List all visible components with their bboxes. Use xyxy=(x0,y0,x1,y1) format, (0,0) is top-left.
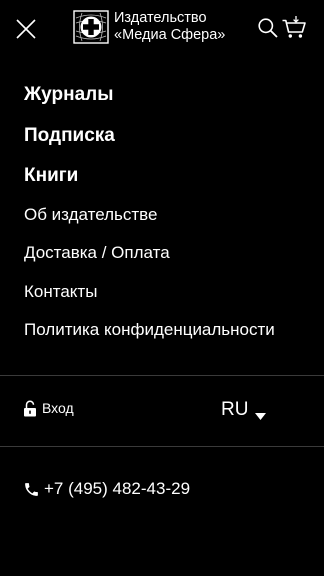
cart-icon[interactable] xyxy=(281,14,307,40)
menu-item-about[interactable]: Об издательстве xyxy=(24,202,314,241)
logo-line-1: Издательство xyxy=(114,10,207,26)
divider xyxy=(0,375,324,376)
menu-item-journals[interactable]: Журналы xyxy=(24,80,314,121)
menu-item-privacy-policy[interactable]: Политика конфиденциальности xyxy=(24,317,314,356)
menu-item-delivery-payment[interactable]: Доставка / Оплата xyxy=(24,240,314,279)
logo-text: Издательство «Медиа Сфера» xyxy=(114,10,225,44)
phone-icon xyxy=(23,481,40,498)
site-logo[interactable]: Издательство «Медиа Сфера» xyxy=(73,10,225,44)
logo-line-2: «Медиа Сфера» xyxy=(114,27,226,43)
menu-item-contacts[interactable]: Контакты xyxy=(24,279,314,318)
menu-item-books[interactable]: Книги xyxy=(24,161,314,202)
publisher-emblem-icon xyxy=(73,10,109,44)
caret-down-icon xyxy=(255,407,267,420)
close-icon[interactable] xyxy=(14,17,38,41)
language-selector[interactable]: RU xyxy=(221,398,267,422)
login-label: Вход xyxy=(42,400,74,416)
search-icon[interactable] xyxy=(257,17,279,39)
divider xyxy=(0,446,324,447)
lock-icon xyxy=(23,400,37,417)
main-menu: Журналы Подписка Книги Об издательстве Д… xyxy=(24,80,314,356)
phone-link[interactable]: +7 (495) 482-43-29 xyxy=(23,478,190,500)
language-current: RU xyxy=(221,399,249,420)
login-link[interactable]: Вход xyxy=(23,400,74,417)
menu-item-subscription[interactable]: Подписка xyxy=(24,121,314,162)
phone-number: +7 (495) 482-43-29 xyxy=(44,479,191,498)
mobile-menu-screen: Издательство «Медиа Сфера» Журналы Подпи… xyxy=(0,0,324,576)
